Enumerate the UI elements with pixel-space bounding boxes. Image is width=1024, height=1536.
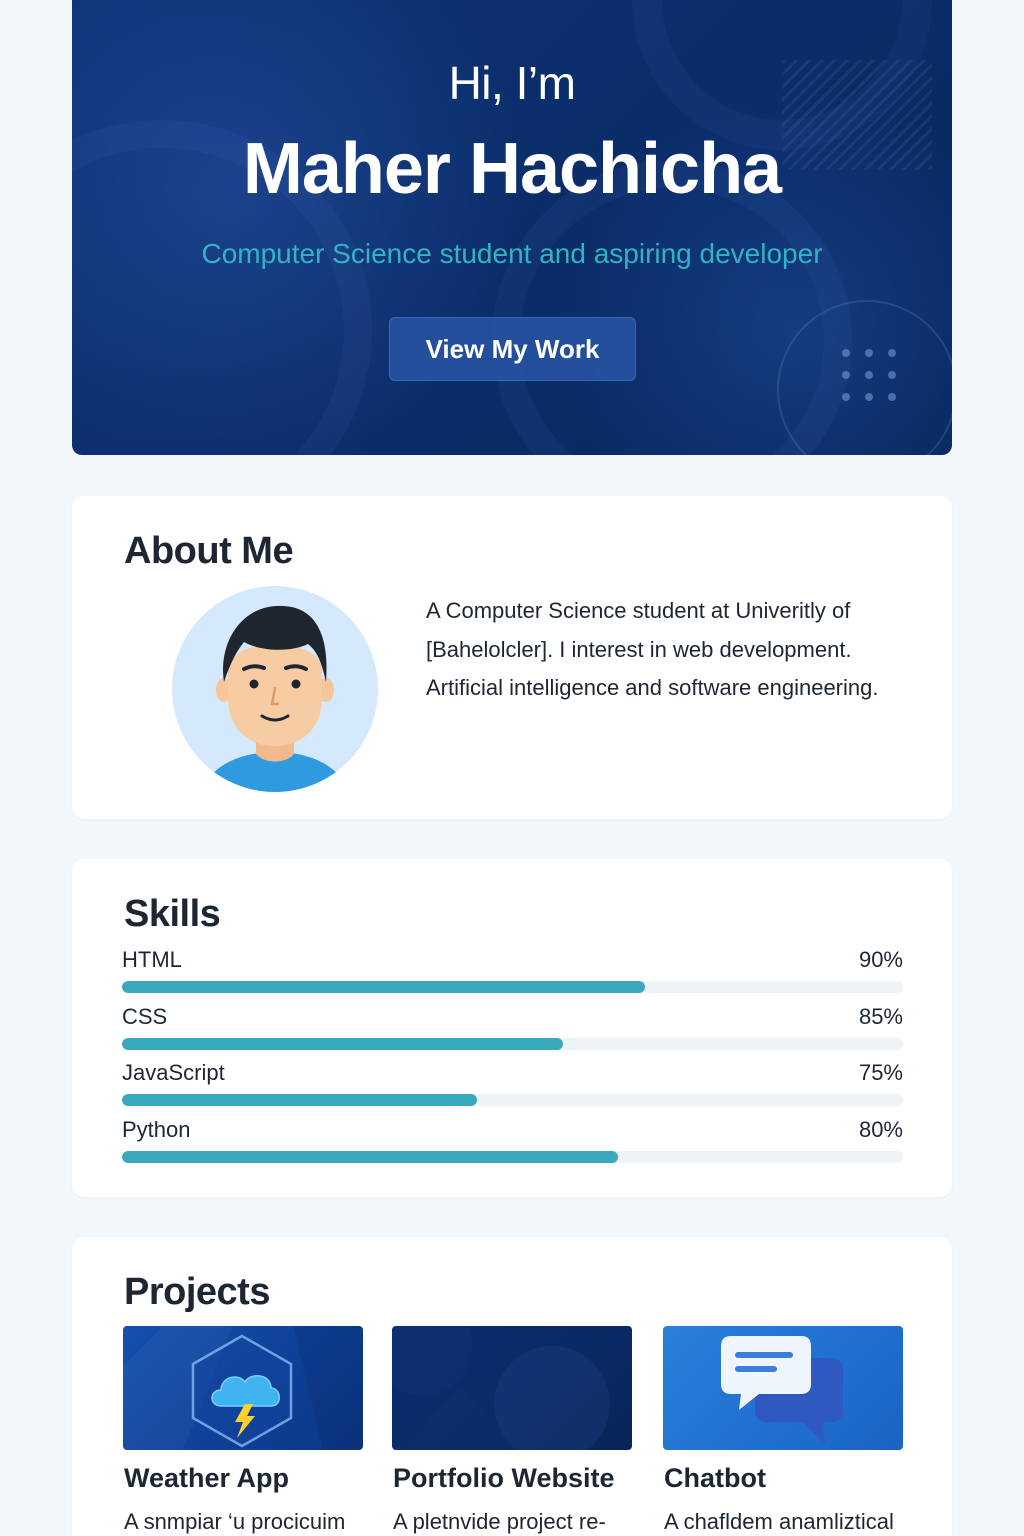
- chat-bubbles-icon: [721, 1336, 843, 1444]
- skill-progress-track: [122, 1094, 903, 1106]
- view-my-work-button[interactable]: View My Work: [389, 317, 636, 381]
- skill-percent: 75%: [858, 1060, 903, 1085]
- skill-item-javascript: JavaScript 75%: [122, 1060, 903, 1110]
- skill-name: Python: [122, 1117, 191, 1142]
- project-description: A pletnvide project re-: [393, 1509, 606, 1534]
- project-card-portfolio-website[interactable]: Portfolio Website A pletnvide project re…: [392, 1326, 632, 1534]
- about-line: Artificial intelligence and software eng…: [426, 675, 879, 700]
- skills-title: Skills: [124, 893, 221, 935]
- about-section: About Me A Computer Science student at U…: [72, 496, 952, 819]
- hero-name: Maher Hachicha: [242, 129, 782, 209]
- project-card-weather-app[interactable]: Weather App A snmpiar ‘u procicuim: [123, 1326, 363, 1534]
- projects-section: Projects Weather App A snmpiar ‘u procic…: [72, 1237, 952, 1536]
- avatar: [172, 586, 378, 792]
- project-description: A snmpiar ‘u procicuim: [124, 1509, 346, 1534]
- skill-name: CSS: [122, 1004, 168, 1029]
- skill-progress-track: [122, 1038, 903, 1050]
- skill-name: JavaScript: [122, 1060, 225, 1085]
- project-title: Portfolio Website: [393, 1463, 615, 1493]
- project-title: Weather App: [124, 1463, 290, 1493]
- abstract-pattern-image: [392, 1326, 610, 1450]
- project-thumbnail[interactable]: [392, 1326, 632, 1450]
- skill-progress-track: [122, 981, 903, 993]
- project-title: Chatbot: [664, 1463, 766, 1493]
- about-title: About Me: [124, 530, 294, 572]
- project-card-chatbot[interactable]: Chatbot A chafldem anamliztical: [663, 1326, 903, 1534]
- project-description: A chafldem anamliztical: [664, 1509, 894, 1534]
- hero-greeting: Hi, I’m: [448, 57, 576, 109]
- skill-progress-fill: [122, 1151, 618, 1163]
- hero-dot-grid-decoration: [834, 342, 904, 408]
- skill-percent: 80%: [858, 1117, 903, 1142]
- skill-item-css: CSS 85%: [122, 1004, 903, 1054]
- about-line: A Computer Science student at Univeritly…: [426, 598, 851, 623]
- skill-name: HTML: [122, 947, 182, 972]
- skill-progress-fill: [122, 981, 646, 993]
- skill-percent: 90%: [858, 947, 903, 972]
- project-thumbnail[interactable]: [663, 1326, 903, 1450]
- skill-item-python: Python 80%: [122, 1117, 903, 1167]
- projects-title: Projects: [124, 1271, 270, 1313]
- skill-percent: 85%: [858, 1004, 903, 1029]
- skills-section: Skills HTML 90% CSS 85% JavaScript 75% P…: [72, 859, 952, 1197]
- cloud-lightning-icon: [123, 1326, 363, 1450]
- project-thumbnail[interactable]: [123, 1326, 363, 1450]
- skill-progress-fill: [122, 1094, 478, 1106]
- hero-banner: Hi, I’m Maher Hachicha Computer Science …: [72, 0, 952, 455]
- about-line: [Bahelolcler]. I interest in web develop…: [426, 636, 852, 662]
- about-description: A Computer Science student at Univeritly…: [426, 592, 926, 708]
- skill-item-html: HTML 90%: [122, 947, 903, 997]
- skill-progress-track: [122, 1151, 903, 1163]
- hero-tagline: Computer Science student and aspiring de…: [201, 238, 823, 269]
- skill-progress-fill: [122, 1038, 564, 1050]
